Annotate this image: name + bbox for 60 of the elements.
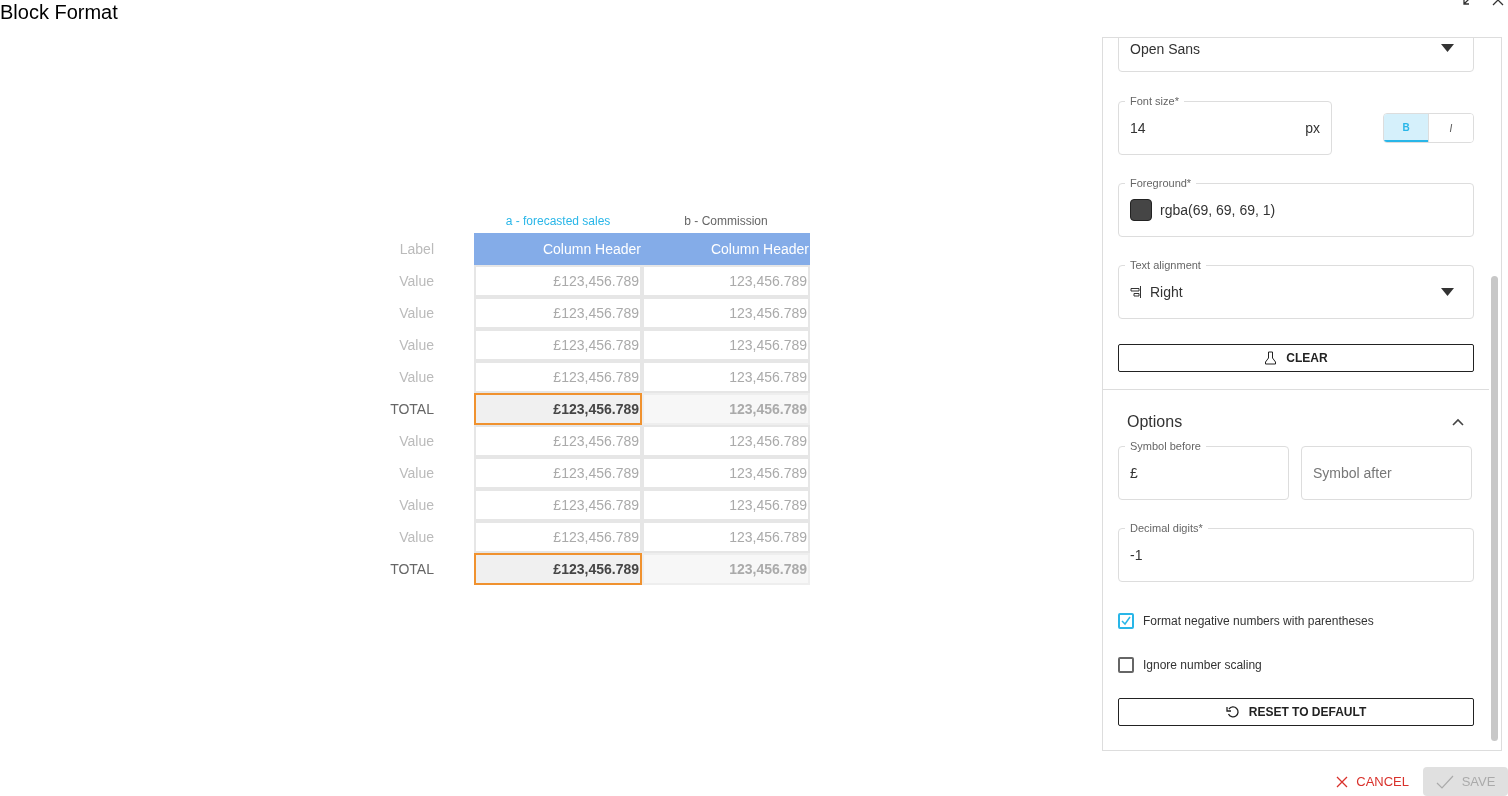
- table-cell: £123,456.789: [474, 329, 642, 361]
- dropdown-caret-icon[interactable]: [1441, 288, 1454, 296]
- table-cell: 123,456.789: [642, 553, 810, 585]
- style-toggle-button[interactable]: I: [1428, 114, 1473, 142]
- table-cell: £123,456.789: [474, 521, 642, 553]
- checkbox[interactable]: [1118, 613, 1134, 629]
- field-label: Font size*: [1125, 94, 1184, 108]
- table-cell: £123,456.789: [474, 489, 642, 521]
- row-label: TOTAL: [389, 399, 434, 419]
- row-label: Value: [398, 367, 434, 387]
- series-label[interactable]: b - Commission: [684, 212, 768, 230]
- table-cell: 123,456.789: [642, 425, 810, 457]
- field-label: Decimal digits*: [1125, 521, 1208, 535]
- align-right-icon: [1130, 286, 1142, 298]
- reset-button[interactable]: RESET TO DEFAULT: [1118, 698, 1474, 726]
- section-title: Options: [1127, 412, 1183, 432]
- dropdown-caret-icon[interactable]: [1441, 44, 1454, 52]
- table-cell: 123,456.789: [642, 329, 810, 361]
- check-icon: [1435, 774, 1454, 789]
- font-family-dropdown[interactable]: Open Sans: [1118, 38, 1474, 72]
- row-label: Label: [398, 239, 434, 259]
- table-cell: £123,456.789: [474, 361, 642, 393]
- checkbox[interactable]: [1118, 657, 1134, 673]
- unit-label: px: [1305, 118, 1320, 138]
- row-label: Value: [398, 431, 434, 451]
- table-cell: 123,456.789: [642, 393, 810, 425]
- window-title: Block Format: [0, 0, 118, 24]
- table-cell: £123,456.789: [474, 553, 642, 585]
- table-cell: £123,456.789: [474, 297, 642, 329]
- row-label: TOTAL: [389, 559, 434, 579]
- table-cell: 123,456.789: [642, 521, 810, 553]
- table-cell: 123,456.789: [642, 489, 810, 521]
- field-label: Symbol before: [1125, 439, 1206, 453]
- checkbox-label: Format negative numbers with parentheses: [1143, 613, 1374, 630]
- table-cell: £123,456.789: [474, 425, 642, 457]
- table-cell: 123,456.789: [642, 361, 810, 393]
- table-cell: £123,456.789: [474, 265, 642, 297]
- row-label: Value: [398, 527, 434, 547]
- row-label: Value: [398, 335, 434, 355]
- row-label: Value: [398, 303, 434, 323]
- column-header: Column Header: [642, 233, 810, 265]
- row-label: Value: [398, 271, 434, 291]
- field-label: Text alignment: [1125, 258, 1206, 272]
- field-label: Foreground*: [1125, 176, 1197, 190]
- color-swatch[interactable]: [1130, 199, 1152, 221]
- table-cell: £123,456.789: [474, 393, 642, 425]
- row-label: Value: [398, 463, 434, 483]
- table-cell: 123,456.789: [642, 457, 810, 489]
- collapse-chevron-icon[interactable]: [1452, 418, 1464, 426]
- checkbox-label: Ignore number scaling: [1143, 657, 1262, 674]
- table-cell: £123,456.789: [474, 457, 642, 489]
- reset-icon: [1225, 705, 1240, 719]
- symbol-after-field[interactable]: Symbol after: [1301, 446, 1472, 500]
- table-cell: 123,456.789: [642, 297, 810, 329]
- clear-button[interactable]: CLEAR: [1118, 344, 1474, 372]
- table-cell: 123,456.789: [642, 265, 810, 297]
- brush-icon: [1264, 351, 1278, 365]
- column-header: Column Header: [474, 233, 642, 265]
- cancel-button[interactable]: CANCEL: [1332, 767, 1413, 796]
- row-label: Value: [398, 495, 434, 515]
